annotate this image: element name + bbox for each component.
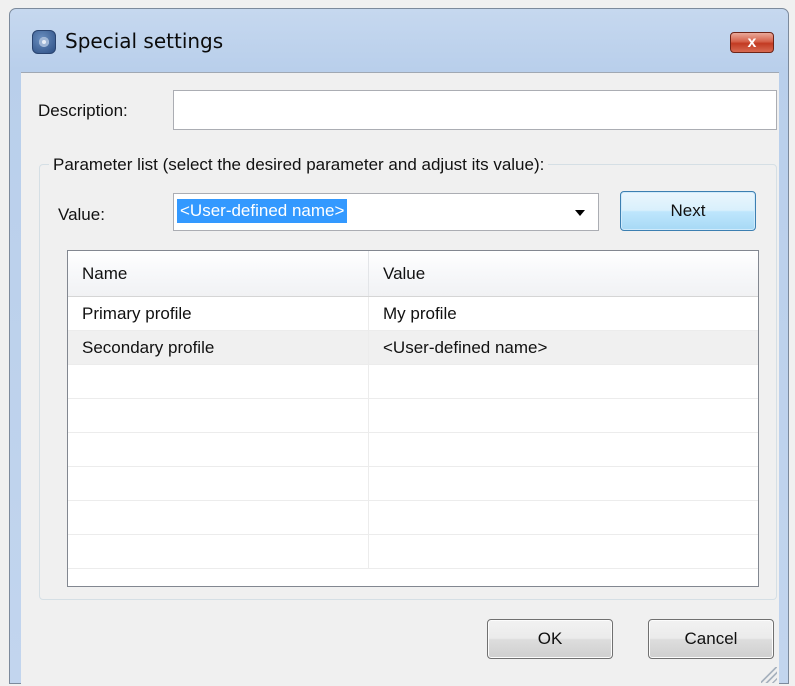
cell-name xyxy=(68,501,369,534)
description-label: Description: xyxy=(38,101,128,120)
column-header-value[interactable]: Value xyxy=(369,251,758,296)
table-row[interactable]: Primary profile My profile xyxy=(68,297,758,331)
next-button[interactable]: Next xyxy=(620,191,756,231)
table-row[interactable]: Secondary profile <User-defined name> xyxy=(68,331,758,365)
cell-value xyxy=(369,365,758,398)
chevron-down-icon[interactable] xyxy=(575,210,585,216)
table-row[interactable] xyxy=(68,501,758,535)
table-row[interactable] xyxy=(68,433,758,467)
settings-app-icon xyxy=(32,30,56,54)
table-header: Name Value xyxy=(68,251,758,297)
column-header-name[interactable]: Name xyxy=(68,251,369,296)
cell-name xyxy=(68,535,369,568)
close-icon: x xyxy=(747,34,757,51)
parameter-table: Name Value Primary profile My profile Se… xyxy=(67,250,759,587)
parameter-list-label: Parameter list (select the desired param… xyxy=(49,155,549,175)
cell-name xyxy=(68,399,369,432)
cell-name xyxy=(68,365,369,398)
cell-name xyxy=(68,433,369,466)
cell-name: Primary profile xyxy=(68,297,369,330)
value-combobox-text: <User-defined name> xyxy=(177,199,348,223)
dialog-body: Description: Parameter list (select the … xyxy=(21,72,779,685)
description-input[interactable] xyxy=(173,90,777,130)
value-combobox[interactable]: <User-defined name> xyxy=(173,193,599,231)
dialog-window: Special settings x Description: Paramete… xyxy=(9,8,789,685)
cell-name xyxy=(68,467,369,500)
table-row[interactable] xyxy=(68,399,758,433)
value-label: Value: xyxy=(58,205,105,224)
cell-value xyxy=(369,501,758,534)
cell-value xyxy=(369,467,758,500)
cell-value xyxy=(369,433,758,466)
title-bar[interactable]: Special settings x xyxy=(10,9,788,72)
table-row[interactable] xyxy=(68,467,758,501)
close-button[interactable]: x xyxy=(730,32,774,53)
window-title: Special settings xyxy=(65,29,224,53)
cell-value xyxy=(369,399,758,432)
table-row[interactable] xyxy=(68,535,758,569)
resize-grip-icon[interactable] xyxy=(761,667,777,683)
cell-value xyxy=(369,535,758,568)
cell-name: Secondary profile xyxy=(68,331,369,364)
cancel-button[interactable]: Cancel xyxy=(648,619,774,659)
cell-value: <User-defined name> xyxy=(383,338,548,357)
ok-button[interactable]: OK xyxy=(487,619,613,659)
table-row[interactable] xyxy=(68,365,758,399)
cell-value: My profile xyxy=(383,304,457,323)
